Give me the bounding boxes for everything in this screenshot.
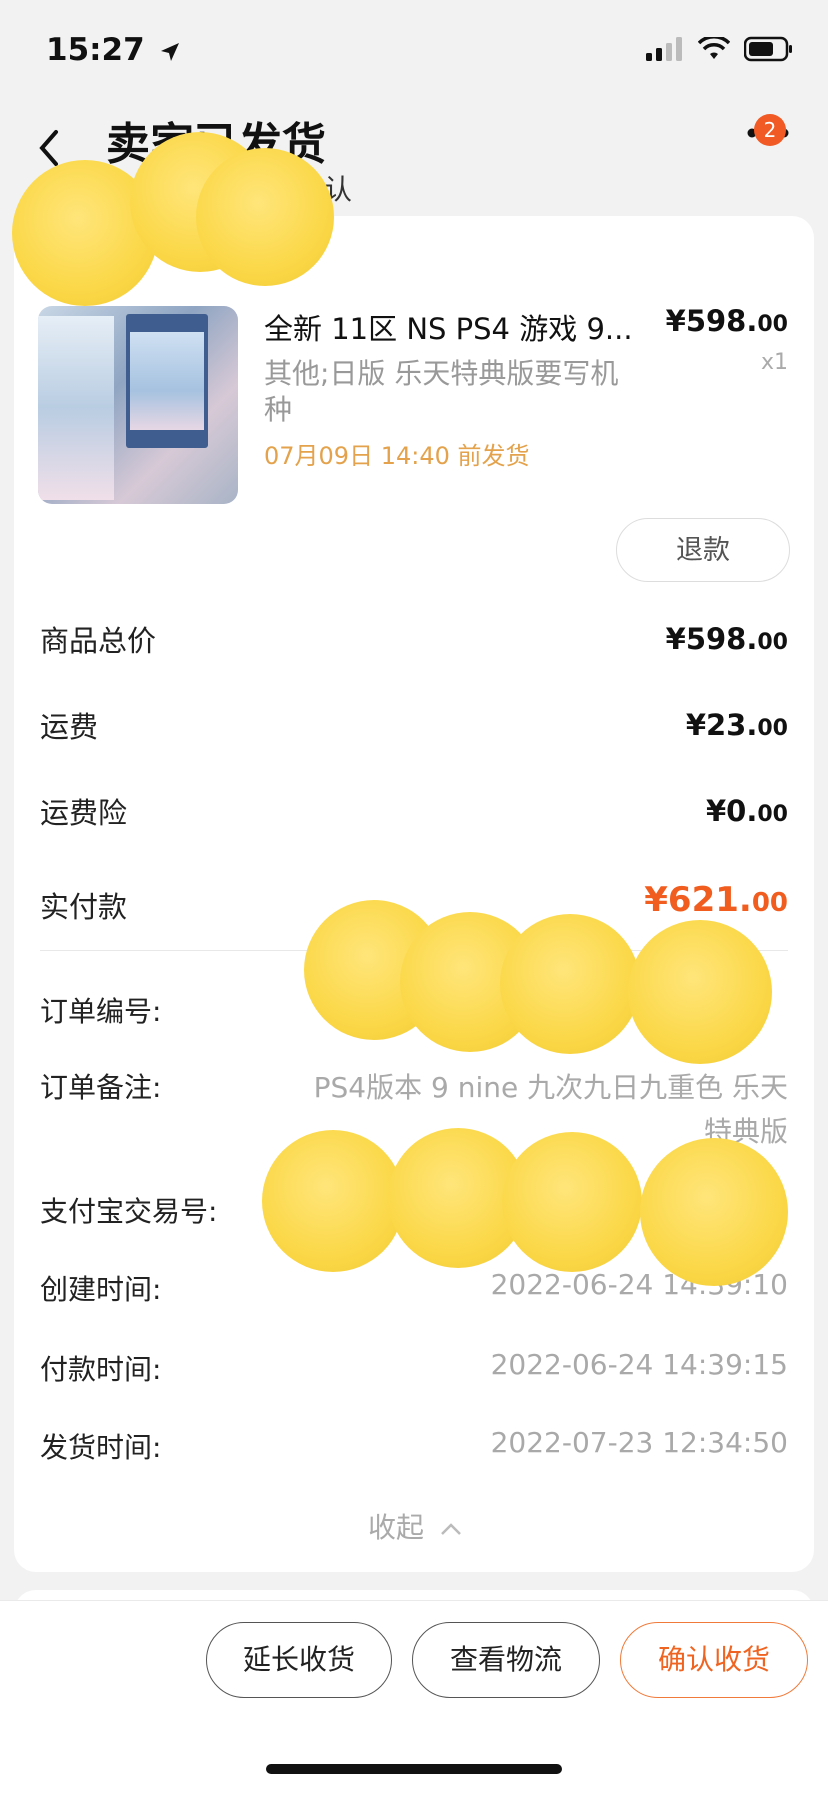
- refund-button[interactable]: 退款: [616, 518, 790, 582]
- total-label: 商品总价: [40, 624, 157, 658]
- status-icons: [646, 36, 794, 62]
- order-note-label: 订单备注:: [40, 1071, 162, 1104]
- insurance-label: 运费险: [40, 796, 128, 830]
- order-note-value-1: PS4版本 9 nine 九次九日九重色 乐天: [313, 1071, 788, 1104]
- battery-icon: [744, 36, 792, 62]
- paid-time-label: 付款时间:: [40, 1353, 162, 1386]
- order-number-label: 订单编号:: [40, 995, 162, 1028]
- view-logistics-button[interactable]: 查看物流: [412, 1622, 600, 1698]
- status-time-text: 15:27: [46, 32, 145, 68]
- shipped-label: 发货时间:: [40, 1431, 162, 1464]
- product-thumbnail[interactable]: [38, 306, 238, 504]
- extend-receipt-button[interactable]: 延长收货: [206, 1622, 392, 1698]
- product-title[interactable]: 全新 11区 NS PS4 游戏 9...: [264, 306, 634, 348]
- paid-time-value: 2022-06-24 14:39:15: [490, 1348, 788, 1381]
- product-sku: 其他;日版 乐天特典版要写机种: [264, 357, 619, 426]
- status-time: 15:27: [46, 32, 181, 68]
- total-price: ¥598.00: [665, 622, 788, 656]
- product-price: ¥598.00: [665, 304, 788, 338]
- collapse-button[interactable]: 收起: [368, 1506, 463, 1546]
- back-icon[interactable]: [36, 128, 62, 168]
- created-label: 创建时间:: [40, 1273, 162, 1306]
- location-arrow-icon: [161, 42, 180, 61]
- product-quantity: x1: [760, 350, 788, 375]
- alipay-label: 支付宝交易号:: [40, 1195, 218, 1228]
- paid-label: 实付款: [40, 890, 128, 924]
- notification-badge: 2: [754, 114, 786, 146]
- home-indicator[interactable]: [266, 1764, 562, 1774]
- shipping-price: ¥23.00: [685, 708, 788, 742]
- shipping-label: 运费: [40, 710, 99, 744]
- shipped-value: 2022-07-23 12:34:50: [490, 1426, 788, 1459]
- chevron-up-icon: [441, 1523, 461, 1535]
- ship-deadline: 07月09日 14:40 前发货: [264, 442, 530, 470]
- wifi-icon: [698, 37, 730, 59]
- signal-icon: [646, 37, 682, 61]
- paid-amount: ¥621.00: [644, 880, 788, 920]
- insurance-price: ¥0.00: [706, 794, 788, 828]
- confirm-receipt-button[interactable]: 确认收货: [620, 1622, 808, 1698]
